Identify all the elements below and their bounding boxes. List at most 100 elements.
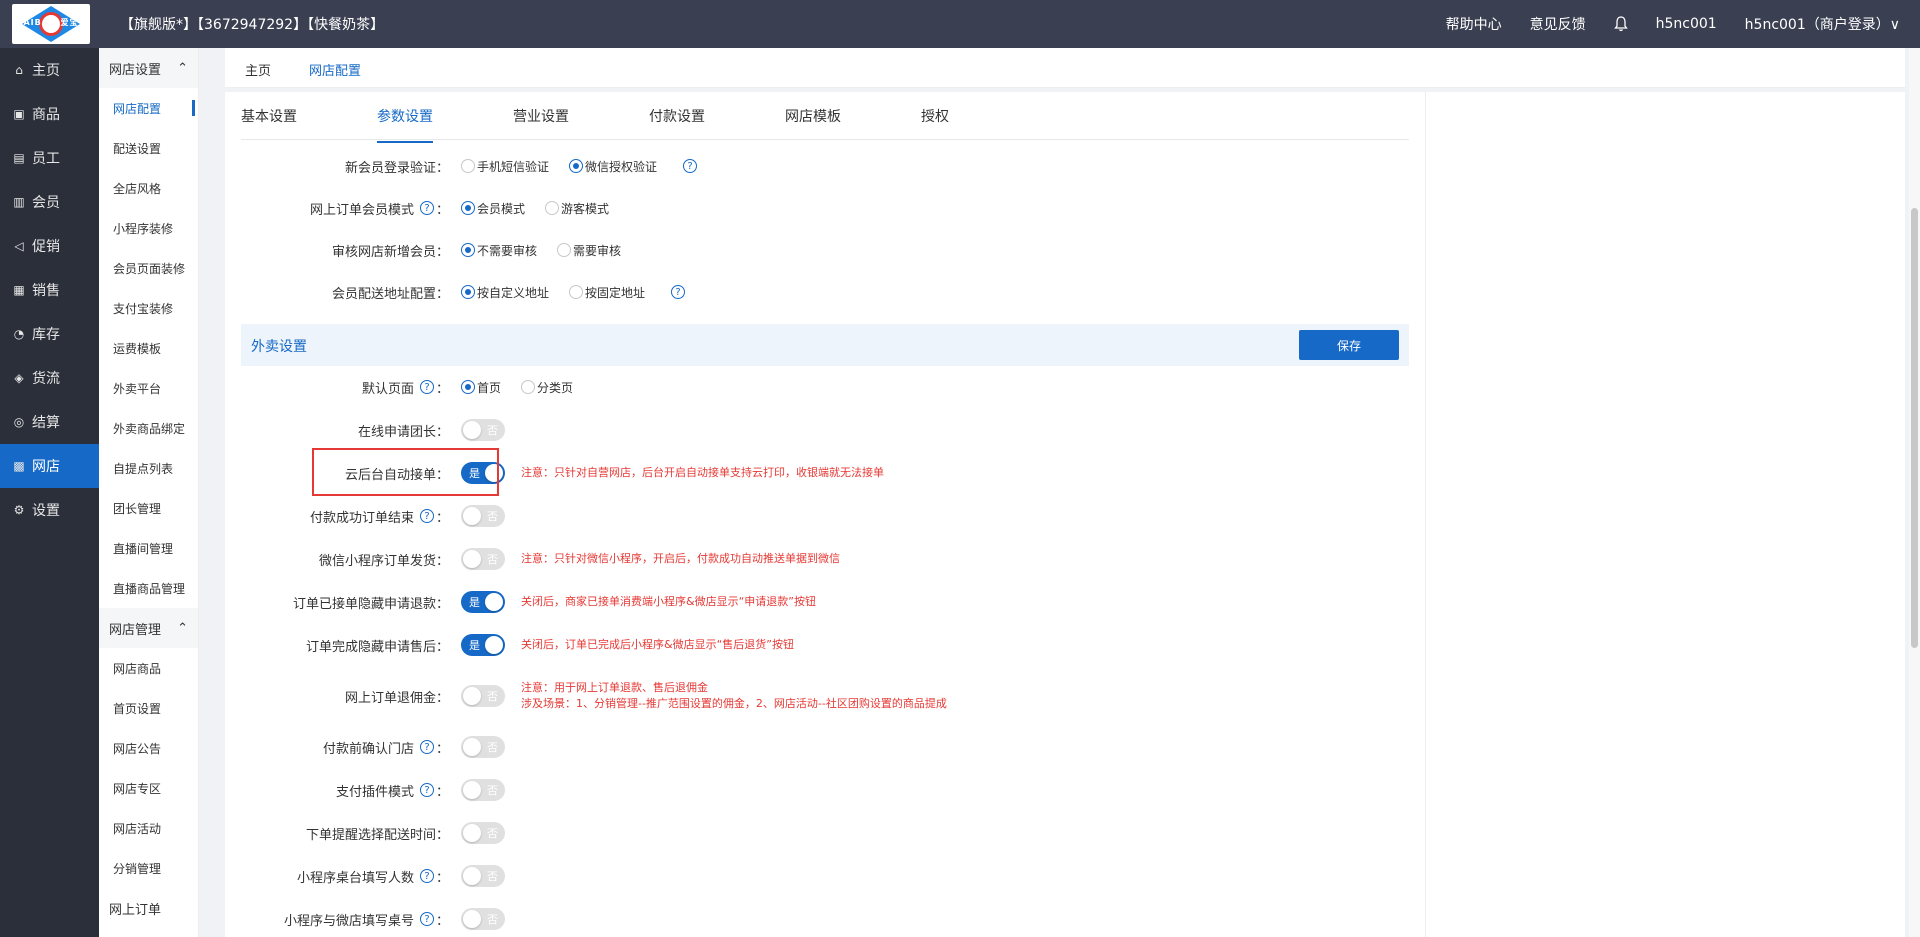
account-dropdown[interactable]: h5nc001（商户登录）∨	[1745, 14, 1900, 34]
help-icon[interactable]: ?	[419, 783, 434, 797]
sidebar-item[interactable]: ⚙ 设置	[0, 488, 99, 532]
submenu-item[interactable]: 网店商品	[99, 648, 198, 688]
submenu-item[interactable]: 直播间管理	[99, 528, 198, 568]
fixed-address-radio[interactable]	[569, 285, 584, 299]
submenu-item[interactable]: 小程序装修	[99, 208, 198, 248]
label-colon: ：	[435, 913, 449, 929]
review-new-member-row: 审核网店新增会员： 不需要审核 需要审核	[241, 233, 1409, 267]
sms-verify-radio[interactable]	[461, 159, 475, 173]
refund-commission-toggle[interactable]: 否	[461, 685, 505, 707]
sidebar-item[interactable]: ▦ 销售	[0, 268, 99, 312]
submenu-item[interactable]: 网店专区	[99, 768, 198, 808]
crumb-shop-config[interactable]: 网店配置	[309, 60, 362, 95]
radio-label: 会员模式	[477, 201, 526, 216]
tab-params[interactable]: 参数设置	[377, 106, 433, 143]
submenu-item[interactable]: 全店风格	[99, 168, 198, 208]
submenu-item[interactable]: 配送设置	[99, 128, 198, 168]
submenu-item[interactable]: 网店公告	[99, 728, 198, 768]
apply-leader-toggle[interactable]: 否	[461, 419, 505, 441]
help-icon[interactable]: ?	[419, 740, 434, 754]
tab-template[interactable]: 网店模板	[785, 106, 841, 126]
tab-payment[interactable]: 付款设置	[649, 106, 705, 126]
help-icon[interactable]: ?	[419, 201, 434, 215]
sidebar-icon: ◔	[13, 327, 25, 341]
submenu-group-online-orders[interactable]: 网上订单	[99, 888, 198, 928]
sidebar-item[interactable]: ▤ 员工	[0, 136, 99, 180]
note-line: 注意：用于网上订单退款、售后退佣金	[521, 681, 708, 694]
submenu-item[interactable]: 支付宝装修	[99, 288, 198, 328]
help-icon[interactable]: ?	[419, 869, 434, 883]
sidebar-item[interactable]: ▣ 商品	[0, 92, 99, 136]
category-page-radio[interactable]	[521, 380, 536, 394]
radio-label: 分类页	[537, 380, 574, 395]
no-review-radio[interactable]	[461, 243, 475, 257]
sidebar-item[interactable]: ◁ 促销	[0, 224, 99, 268]
table-number-toggle[interactable]: 否	[461, 908, 505, 930]
help-icon[interactable]: ?	[419, 509, 434, 523]
submenu-group-shop-settings[interactable]: 网店设置 ⌃	[99, 48, 198, 88]
user-name[interactable]: h5nc001	[1656, 16, 1717, 32]
submenu-group-shop-manage[interactable]: 网店管理 ⌃	[99, 608, 198, 648]
section-title: 外卖设置	[251, 339, 307, 355]
crumb-home[interactable]: 主页	[245, 60, 271, 79]
feedback-link[interactable]: 意见反馈	[1530, 14, 1586, 34]
tab-basic[interactable]: 基本设置	[241, 106, 297, 126]
custom-address-radio[interactable]	[461, 285, 475, 299]
reminder-time-toggle[interactable]: 否	[461, 822, 505, 844]
sidebar-item[interactable]: ◈ 货流	[0, 356, 99, 400]
member-mode-radio[interactable]	[461, 201, 475, 215]
help-icon[interactable]: ?	[419, 912, 434, 926]
help-icon[interactable]: ?	[419, 380, 434, 394]
confirm-store-toggle[interactable]: 否	[461, 736, 505, 758]
label-colon: ：	[435, 870, 449, 886]
submenu-item[interactable]: 会员页面装修	[99, 248, 198, 288]
guest-mode-radio[interactable]	[545, 201, 560, 215]
sidebar-item[interactable]: ◎ 结算	[0, 400, 99, 444]
submenu-item[interactable]: 运费模板	[99, 328, 198, 368]
help-center-link[interactable]: 帮助中心	[1446, 14, 1502, 34]
save-button[interactable]: 保存	[1299, 330, 1399, 360]
help-icon[interactable]: ?	[683, 159, 698, 173]
pay-success-end-toggle[interactable]: 否	[461, 505, 505, 527]
wechat-ship-toggle[interactable]: 否	[461, 548, 505, 570]
submenu-item[interactable]: 网店活动	[99, 808, 198, 848]
need-review-radio[interactable]	[557, 243, 572, 257]
help-icon[interactable]: ?	[671, 285, 686, 299]
submenu-item[interactable]: 首页设置	[99, 688, 198, 728]
sidebar-item-label: 库存	[32, 327, 60, 343]
toggle-text: 是	[469, 596, 480, 609]
sidebar-item[interactable]: ▩ 网店	[0, 444, 99, 488]
chevron-up-icon: ⌃	[177, 60, 188, 76]
wechat-verify-radio[interactable]	[569, 159, 584, 173]
table-people-toggle[interactable]: 否	[461, 865, 505, 887]
submenu-item[interactable]: 分销管理	[99, 848, 198, 888]
home-page-radio[interactable]	[461, 380, 475, 394]
wechat-ship-row: 微信小程序订单发货： 否 注意：只针对微信小程序，开启后，付款成功自动推送单据到…	[241, 542, 1409, 576]
tab-auth[interactable]: 授权	[921, 106, 949, 126]
submenu-item[interactable]: 外卖平台	[99, 368, 198, 408]
hide-refund-toggle[interactable]: 是	[461, 591, 505, 613]
sidebar-item[interactable]: ▥ 会员	[0, 180, 99, 224]
submenu-item[interactable]: 外卖商品绑定	[99, 408, 198, 448]
apply-leader-row: 在线申请团长： 否	[241, 413, 1409, 447]
top-right-menu: 帮助中心 意见反馈 h5nc001 h5nc001（商户登录）∨	[1446, 14, 1900, 34]
sidebar-item[interactable]: ⌂ 主页	[0, 48, 99, 92]
scrollbar-thumb[interactable]	[1911, 208, 1918, 648]
pay-plugin-toggle[interactable]: 否	[461, 779, 505, 801]
tab-business[interactable]: 营业设置	[513, 106, 569, 126]
submenu-item[interactable]: 自提点列表	[99, 448, 198, 488]
submenu-item[interactable]: 网店配置	[99, 88, 198, 128]
submenu-item[interactable]: 直播商品管理	[99, 568, 198, 608]
radio-label: 需要审核	[573, 243, 622, 258]
sidebar-item-label: 会员	[32, 195, 60, 211]
hide-aftersale-toggle[interactable]: 是	[461, 634, 505, 656]
sidebar-item[interactable]: ◔ 库存	[0, 312, 99, 356]
note-line: 涉及场景：1、分销管理--推广范围设置的佣金，2、网店活动--社区团购设置的商品…	[521, 697, 947, 710]
brand-logo[interactable]: AIBAO 爱宝	[12, 4, 90, 44]
bell-icon[interactable]	[1613, 16, 1628, 32]
main-sidebar: ⌂ 主页 ▣ 商品 ▤ 员工 ▥ 会员 ◁ 促销 ▦ 销售 ◔ 库存 ◈ 货流 ◎ 结算 ▩ 网店 ⚙ 设置	[0, 48, 99, 937]
page-scrollbar[interactable]	[1909, 48, 1920, 937]
label-colon: ：	[435, 784, 449, 800]
submenu-item[interactable]: 团长管理	[99, 488, 198, 528]
toggle-text: 否	[487, 784, 498, 797]
